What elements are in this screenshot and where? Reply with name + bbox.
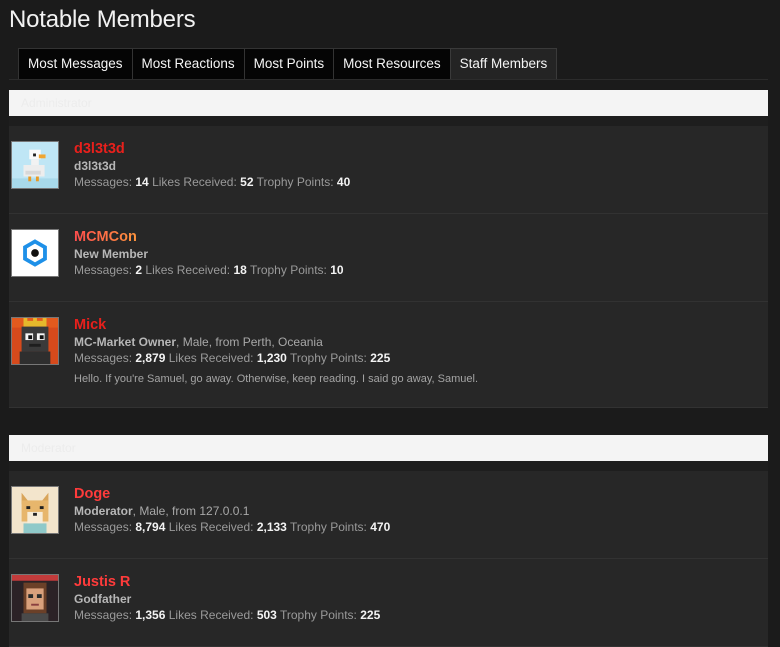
avatar-justis-r[interactable]	[11, 574, 59, 622]
doge-avatar-icon	[12, 487, 58, 533]
stat-points: 470	[370, 520, 391, 534]
stat-likes: 1,230	[256, 351, 287, 365]
bitmoji-avatar-icon	[12, 575, 58, 621]
stat-points: 225	[370, 351, 391, 365]
stat-messages: 2	[135, 263, 143, 277]
hexagon-logo-icon	[12, 230, 58, 276]
section-spacer	[9, 116, 768, 126]
section-spacer	[9, 461, 768, 471]
member-details: , Male, from 127.0.0.1	[132, 504, 250, 518]
stat-label-likes: Likes Received:	[168, 351, 254, 365]
stat-label-messages: Messages:	[74, 263, 133, 277]
member-title-text: d3l3t3d	[74, 159, 117, 173]
stat-label-messages: Messages:	[74, 175, 133, 189]
tab-staff-members[interactable]: Staff Members	[449, 48, 558, 80]
stat-label-messages: Messages:	[74, 351, 133, 365]
member-title: New Member	[74, 246, 344, 262]
member-row: Mick MC-Market Owner, Male, from Perth, …	[9, 302, 768, 408]
member-title-text: New Member	[74, 247, 149, 261]
member-bio: Hello. If you're Samuel, go away. Otherw…	[74, 373, 479, 385]
member-title: d3l3t3d	[74, 158, 350, 174]
avatar-mick[interactable]	[11, 317, 59, 365]
member-name[interactable]: Doge	[74, 485, 390, 503]
member-stats: Messages: 8,794 Likes Received: 2,133 Tr…	[74, 519, 390, 536]
member-name[interactable]: Mick	[74, 316, 478, 334]
stat-messages: 14	[135, 175, 149, 189]
stat-messages: 2,879	[135, 351, 166, 365]
staff-section-administrator: Administrator d3l3t3d d3l3t3d Messages: …	[9, 90, 768, 408]
page-title: Notable Members	[9, 6, 196, 33]
tab-most-reactions[interactable]: Most Reactions	[131, 48, 245, 79]
avatar-mcmcon[interactable]	[11, 229, 59, 277]
member-title-text: Godfather	[74, 592, 132, 606]
stat-label-points: Trophy Points:	[279, 608, 357, 622]
member-title-text: Moderator	[74, 504, 133, 518]
stat-label-points: Trophy Points:	[256, 175, 334, 189]
crowned-character-avatar-icon	[12, 318, 58, 364]
tab-most-resources[interactable]: Most Resources	[333, 48, 451, 79]
stat-label-likes: Likes Received:	[152, 175, 237, 189]
stat-likes: 503	[256, 608, 277, 622]
member-title: Godfather	[74, 591, 380, 607]
section-heading: Administrator	[9, 90, 768, 116]
member-row: Justis R Godfather Messages: 1,356 Likes…	[9, 559, 768, 647]
member-details: , Male, from Perth, Oceania	[176, 335, 323, 349]
member-name[interactable]: d3l3t3d	[74, 140, 350, 158]
member-name[interactable]: MCMCon	[74, 228, 344, 246]
stat-label-messages: Messages:	[74, 608, 133, 622]
member-stats: Messages: 2 Likes Received: 18 Trophy Po…	[74, 262, 344, 279]
stat-label-likes: Likes Received:	[168, 520, 254, 534]
member-name[interactable]: Justis R	[74, 573, 380, 591]
stat-label-likes: Likes Received:	[168, 608, 254, 622]
stat-label-likes: Likes Received:	[145, 263, 231, 277]
stat-label-points: Trophy Points:	[289, 351, 367, 365]
avatar-d3l3t3d[interactable]	[11, 141, 59, 189]
stat-likes: 2,133	[256, 520, 287, 534]
member-title: MC-Market Owner, Male, from Perth, Ocean…	[74, 334, 478, 350]
stat-label-points: Trophy Points:	[249, 263, 327, 277]
section-heading: Moderator	[9, 435, 768, 461]
member-stats: Messages: 1,356 Likes Received: 503 Trop…	[74, 607, 380, 624]
stat-points: 10	[330, 263, 344, 277]
stat-messages: 8,794	[135, 520, 166, 534]
stat-points: 40	[336, 175, 351, 189]
tab-most-messages[interactable]: Most Messages	[18, 48, 133, 79]
member-title: Moderator, Male, from 127.0.0.1	[74, 503, 390, 519]
stat-label-messages: Messages:	[74, 520, 133, 534]
member-stats: Messages: 14 Likes Received: 52 Trophy P…	[74, 174, 350, 191]
avatar-doge[interactable]	[11, 486, 59, 534]
stat-label-points: Trophy Points:	[289, 520, 367, 534]
member-row: Doge Moderator, Male, from 127.0.0.1 Mes…	[9, 471, 768, 559]
stat-likes: 18	[233, 263, 247, 277]
goose-avatar-icon	[12, 142, 58, 188]
stat-likes: 52	[240, 175, 254, 189]
stat-messages: 1,356	[135, 608, 166, 622]
member-title-text: MC-Market Owner	[74, 335, 177, 349]
member-row: d3l3t3d d3l3t3d Messages: 14 Likes Recei…	[9, 126, 768, 214]
stat-points: 225	[360, 608, 381, 622]
tab-bar: Most Messages Most Reactions Most Points…	[18, 48, 558, 80]
tab-most-points[interactable]: Most Points	[243, 48, 335, 79]
member-row: MCMCon New Member Messages: 2 Likes Rece…	[9, 214, 768, 302]
member-stats: Messages: 2,879 Likes Received: 1,230 Tr…	[74, 350, 478, 367]
staff-section-moderator: Moderator Doge Moderator, Male, from 127…	[9, 435, 768, 647]
tabs-divider	[9, 79, 768, 80]
